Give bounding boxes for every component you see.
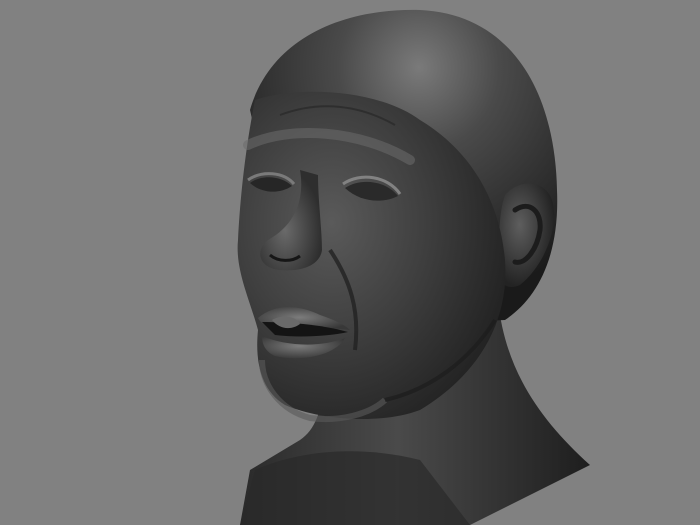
render-viewport	[0, 0, 700, 525]
head-sculpt-render	[237, 9, 590, 525]
